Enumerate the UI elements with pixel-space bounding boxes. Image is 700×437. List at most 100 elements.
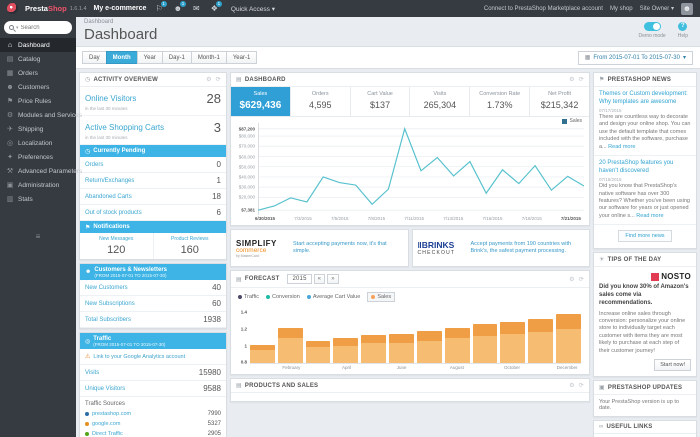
- legend-label: Sales: [569, 118, 582, 124]
- orders-notification[interactable]: ⚐ 1: [153, 1, 167, 13]
- article-title-link[interactable]: Themes or Custom development: Why templa…: [599, 91, 691, 106]
- legend-toggle-traffic[interactable]: Traffic: [238, 294, 259, 300]
- product-reviews-cell[interactable]: Product Reviews 160: [154, 233, 227, 259]
- help-button[interactable]: ? Help: [678, 22, 688, 43]
- shop-name-link[interactable]: My e-commerce: [94, 5, 147, 12]
- read-more-link[interactable]: Read more: [608, 144, 635, 150]
- sidebar-item-shipping[interactable]: ✈ Shipping: [0, 122, 76, 136]
- chart-legend[interactable]: Sales: [562, 118, 582, 124]
- sidebar-item-orders[interactable]: ▦ Orders: [0, 66, 76, 80]
- chevron-down-icon: ▾: [16, 24, 19, 31]
- legend-dot: [265, 295, 270, 299]
- cart-notification[interactable]: ❖ 1: [209, 1, 222, 13]
- brand[interactable]: PrestaShop: [25, 4, 67, 13]
- online-visitors-link[interactable]: Online Visitors: [85, 94, 136, 103]
- metric-link[interactable]: Return/Exchanges: [85, 178, 134, 184]
- legend-toggle-average-cart-value[interactable]: Average Cart Value: [306, 294, 360, 300]
- sidebar-search[interactable]: ▾: [4, 21, 72, 34]
- kpi-value: $137: [370, 100, 391, 110]
- kpi-tab-cart-value[interactable]: Cart Value $137: [351, 87, 411, 116]
- next-year-button[interactable]: »: [327, 274, 339, 284]
- range-day-1-button[interactable]: Day-1: [161, 51, 192, 64]
- metric-link[interactable]: Total Subscribers: [85, 317, 131, 323]
- gear-icon[interactable]: ⚙: [569, 382, 575, 389]
- kpi-tab-orders[interactable]: Orders 4,595: [291, 87, 351, 116]
- metric-link[interactable]: Unique Visitors: [85, 386, 125, 392]
- metric-link[interactable]: New Customers: [85, 285, 128, 291]
- sidebar-item-preferences[interactable]: ✦ Preferences: [0, 150, 76, 164]
- metric-link[interactable]: Abandoned Carts: [85, 194, 132, 200]
- gear-icon[interactable]: ⚙: [569, 76, 575, 83]
- my-shop-link[interactable]: My shop: [610, 6, 633, 12]
- sidebar-collapse-button[interactable]: ≡: [0, 232, 76, 241]
- prev-year-button[interactable]: «: [313, 274, 326, 284]
- kpi-tab-conversion-rate[interactable]: Conversion Rate 1.73%: [470, 87, 531, 116]
- source-link[interactable]: prestashop.com: [92, 411, 205, 417]
- gear-icon[interactable]: ⚙: [206, 76, 212, 83]
- banner-link-text[interactable]: Start accepting payments now, it's that …: [293, 241, 403, 255]
- kpi-tab-net-profit[interactable]: Net Profit $215,342: [530, 87, 589, 116]
- start-now-button[interactable]: Start now!: [654, 359, 691, 372]
- metric-link[interactable]: Orders: [85, 162, 103, 168]
- prestashop-updates-panel: ▣ PrestaShop Updates Your PrestaShop ver…: [593, 380, 697, 418]
- date-range-picker[interactable]: ▦ From 2015-07-01 To 2015-07-30 ▾: [577, 50, 693, 65]
- toggle-on-icon[interactable]: [643, 22, 661, 31]
- avatar[interactable]: ☻: [681, 2, 693, 15]
- logo-text: commerce: [236, 246, 267, 254]
- messages-notification[interactable]: ✉: [191, 4, 202, 13]
- legend-toggle-sales[interactable]: Sales: [367, 292, 396, 302]
- gear-icon[interactable]: ⚙: [569, 276, 575, 283]
- sidebar-item-administration[interactable]: ▣ Administration: [0, 178, 76, 192]
- sidebar-item-modules[interactable]: ⚙ Modules and Services: [0, 108, 82, 122]
- range-day-button[interactable]: Day: [82, 51, 107, 64]
- sidebar-item-customers[interactable]: ☻ Customers: [0, 80, 76, 94]
- sidebar-item-advanced-parameters[interactable]: ⚒ Advanced Parameters: [0, 164, 82, 178]
- refresh-icon[interactable]: ⟳: [579, 76, 584, 83]
- sidebar-item-catalog[interactable]: ▤ Catalog: [0, 52, 76, 66]
- nosto-logo[interactable]: NOSTO: [594, 267, 696, 284]
- find-more-news-button[interactable]: Find more news: [618, 230, 672, 243]
- kpi-label: Cart Value: [367, 91, 393, 97]
- quick-access-menu[interactable]: Quick Access ▾: [231, 5, 275, 13]
- sidebar-item-dashboard[interactable]: ⌂ Dashboard: [0, 38, 76, 52]
- kpi-tab-sales[interactable]: Sales $629,436: [231, 87, 291, 116]
- customers-notification[interactable]: ☻ 1: [172, 1, 187, 13]
- refresh-icon[interactable]: ⟳: [579, 276, 584, 283]
- source-link[interactable]: Direct Traffic: [92, 431, 205, 437]
- marketplace-link[interactable]: Connect to PrestaShop Marketplace accoun…: [484, 6, 603, 12]
- search-input[interactable]: [20, 24, 67, 31]
- metric-link[interactable]: Out of stock products: [85, 210, 142, 216]
- breadcrumb[interactable]: Dashboard: [84, 19, 157, 25]
- range-month-button[interactable]: Month: [105, 51, 138, 64]
- google-analytics-link[interactable]: ⚠ Link to your Google Analytics account: [80, 349, 226, 365]
- brinks-banner[interactable]: ‖BRINKS CHECKOUT Accept payments from 19…: [411, 229, 590, 267]
- read-more-link[interactable]: Read more: [636, 213, 663, 219]
- sidebar-item-stats[interactable]: ▥ Stats: [0, 192, 76, 206]
- x-axis-tick: [415, 365, 443, 370]
- sidebar: ▾ ⌂ Dashboard ▤ Catalog ▦ Orders ☻ Customers…: [0, 17, 82, 437]
- new-messages-cell[interactable]: New Messages 120: [80, 233, 154, 259]
- range-year-1-button[interactable]: Year-1: [225, 51, 258, 64]
- banner-link-text[interactable]: Accept payments from 190 countries with …: [471, 241, 585, 255]
- range-month-1-button[interactable]: Month-1: [190, 51, 227, 64]
- forecast-year-select[interactable]: 2015: [287, 274, 312, 284]
- user-menu[interactable]: Site Owner ▾: [640, 5, 674, 12]
- active-carts-link[interactable]: Active Shopping Carts: [85, 123, 164, 132]
- simplify-banner[interactable]: SIMPLIFY commerce by MasterCard Start ac…: [230, 229, 409, 267]
- metric-link[interactable]: Visits: [85, 370, 99, 376]
- legend-toggle-conversion[interactable]: Conversion: [265, 294, 300, 300]
- x-axis-tick: October: [503, 365, 520, 370]
- article-title-link[interactable]: 20 PrestaShop features you haven't disco…: [599, 160, 691, 175]
- sidebar-item-localization[interactable]: ◎ Localization: [0, 136, 76, 150]
- source-link[interactable]: google.com: [92, 421, 205, 427]
- brinks-logo: ‖BRINKS CHECKOUT: [418, 240, 466, 256]
- prestashop-logo-icon[interactable]: [7, 3, 18, 14]
- refresh-icon[interactable]: ⟳: [216, 76, 221, 83]
- sidebar-item-price-rules[interactable]: ⚑ Price Rules: [0, 94, 76, 108]
- metric-value: 9588: [203, 384, 221, 393]
- refresh-icon[interactable]: ⟳: [579, 382, 584, 389]
- range-year-button[interactable]: Year: [136, 51, 163, 64]
- metric-link[interactable]: New Subscriptions: [85, 301, 135, 307]
- demo-mode-toggle[interactable]: Demo mode: [638, 22, 666, 43]
- kpi-tab-visits[interactable]: Visits 265,304: [410, 87, 471, 116]
